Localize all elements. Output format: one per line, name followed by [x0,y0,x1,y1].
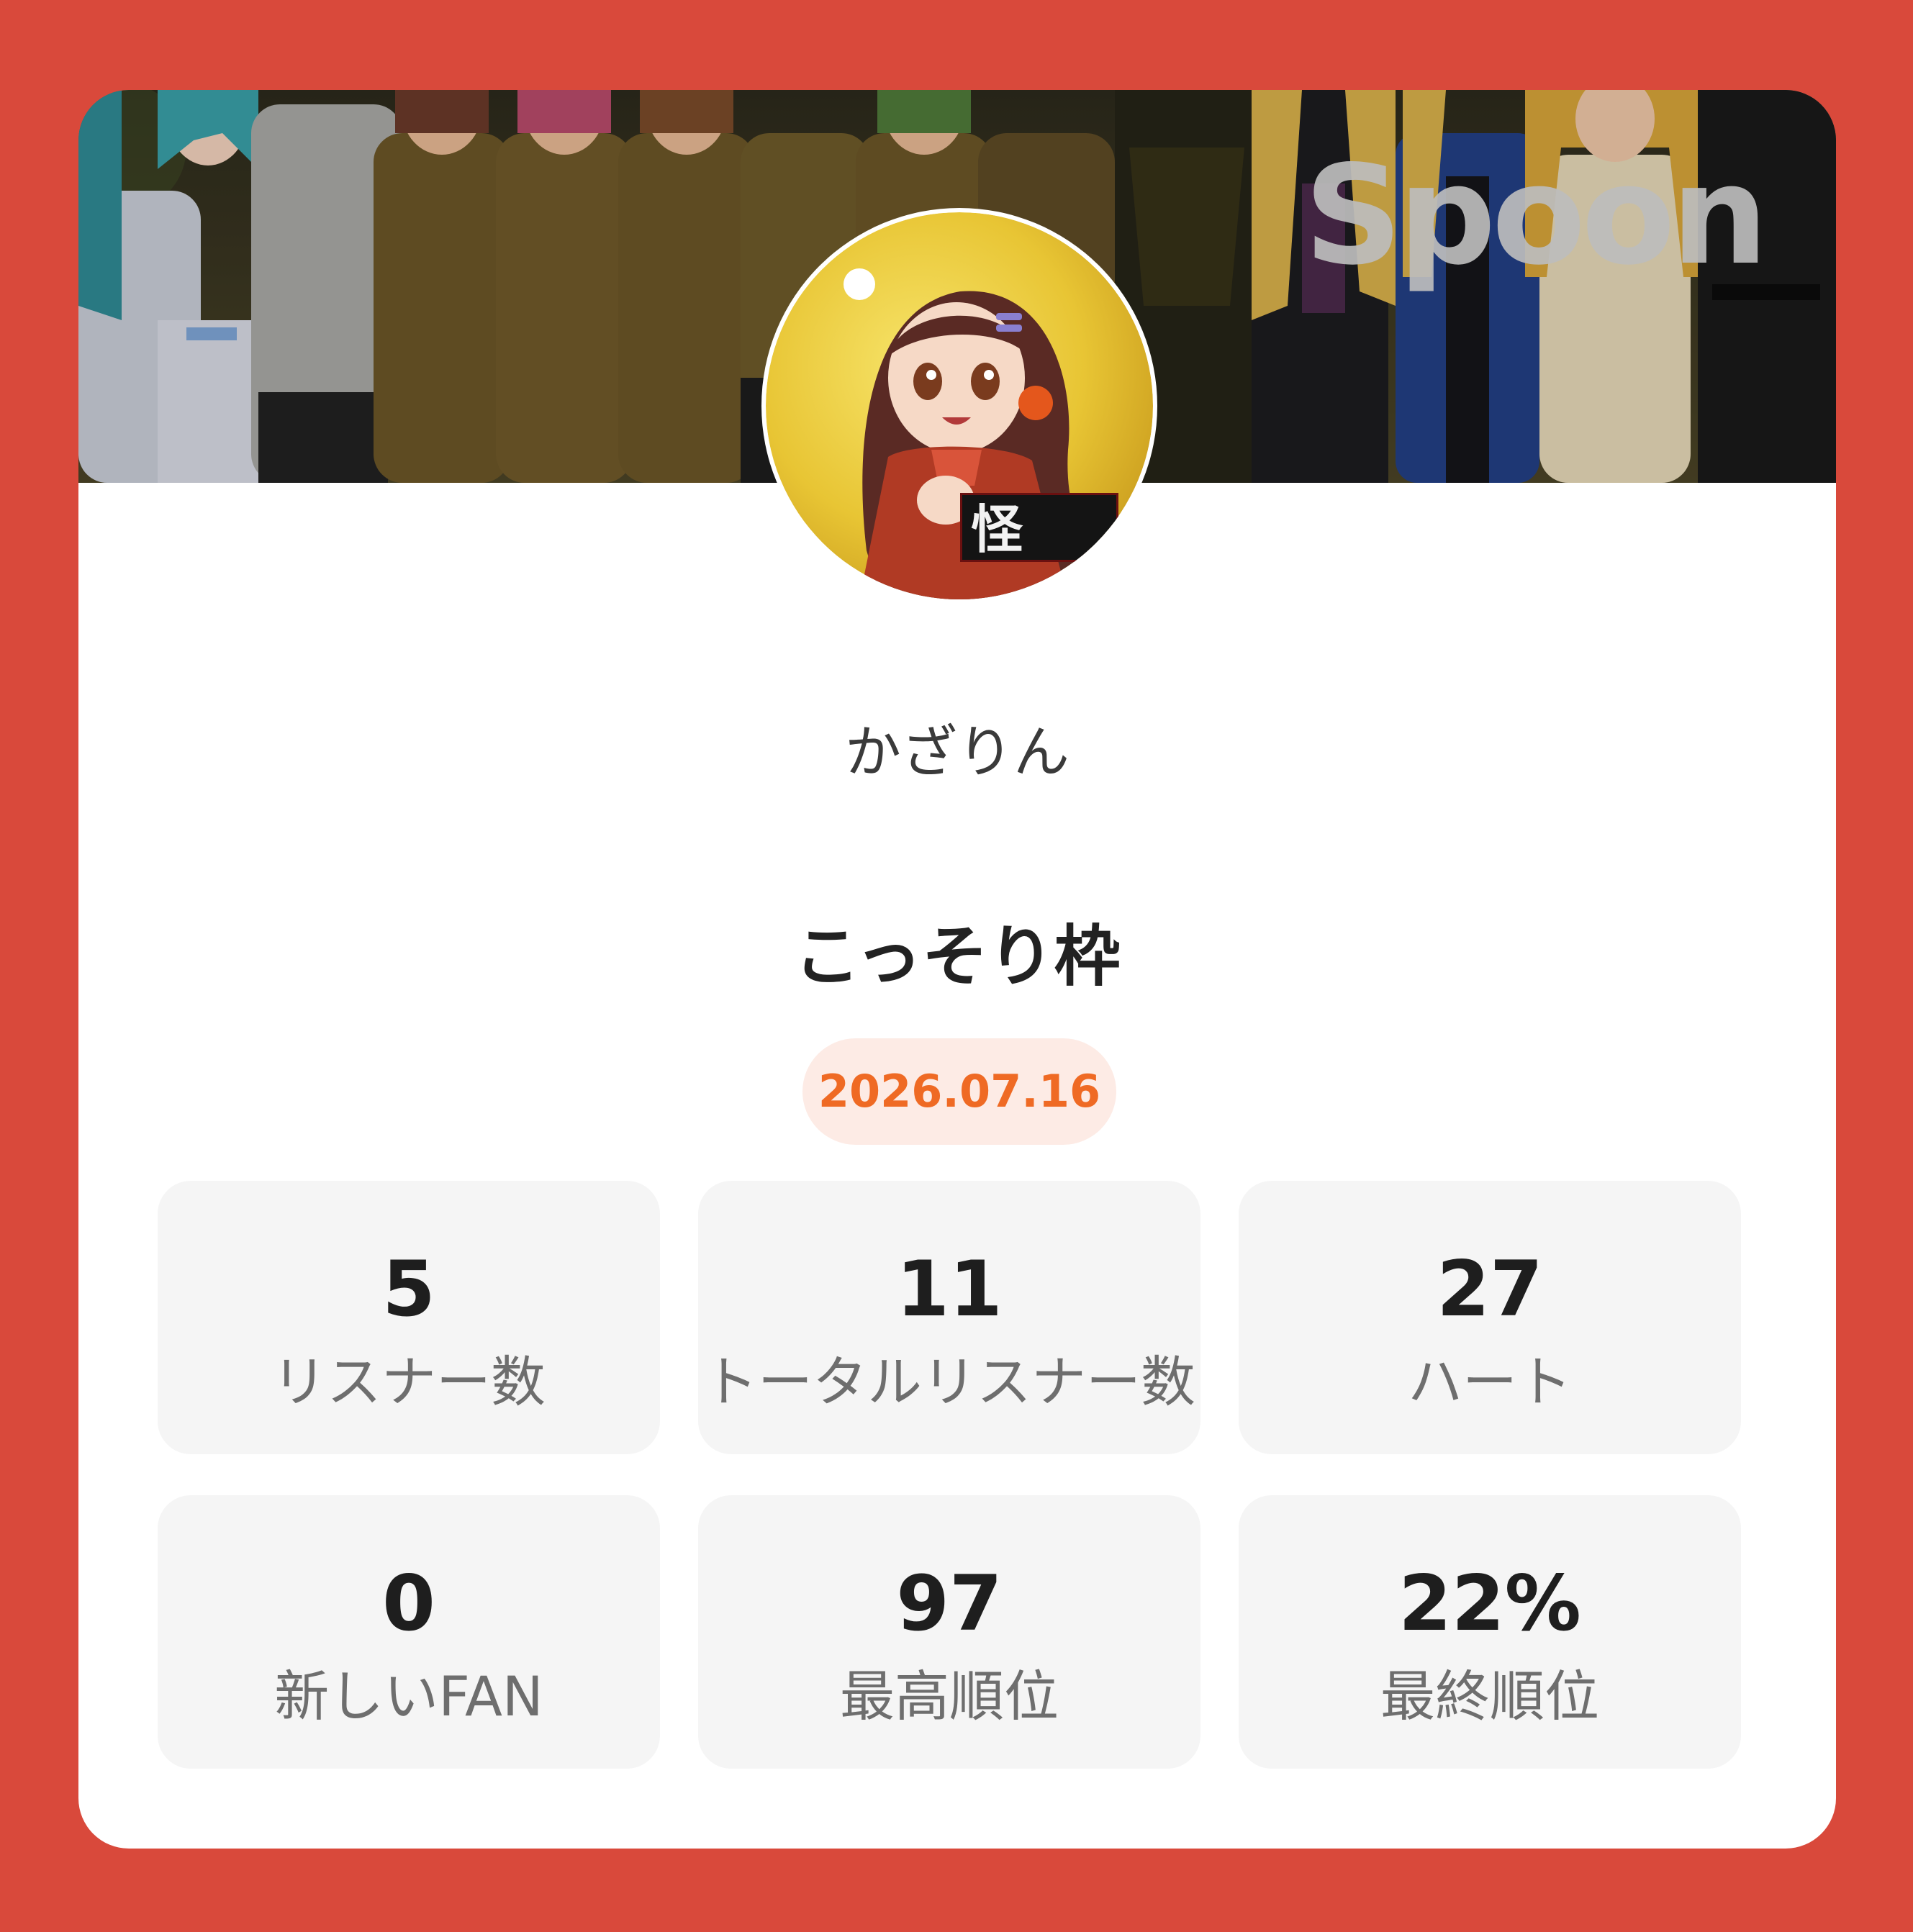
broadcast-summary-card: Spoon 怪 かざりん こっそり枠 2026.07.16 5 リスナー数 11… [78,90,1836,1849]
stat-label: 最終順位 [1380,1664,1599,1728]
stat-label: ハート [1408,1350,1572,1414]
stat-total-listeners: 11 トータルリスナー数 [698,1181,1200,1454]
username: かざりん [844,720,1069,785]
avatar-badge: 怪 [960,493,1118,562]
stat-value: 97 [896,1559,1003,1648]
stat-label: 新しいFAN [274,1664,543,1728]
spoon-logo: Spoon [1303,136,1768,295]
stat-value: 0 [382,1559,435,1648]
stat-value: 5 [382,1245,435,1333]
stat-value: 27 [1437,1245,1543,1333]
stat-listeners: 5 リスナー数 [158,1181,660,1454]
stat-hearts: 27 ハート [1239,1181,1741,1454]
stat-value: 11 [896,1245,1003,1333]
avatar[interactable]: 怪 [766,212,1153,599]
stat-value: 22% [1398,1559,1581,1648]
broadcast-date-badge: 2026.07.16 [802,1038,1116,1145]
stat-label: リスナー数 [272,1350,546,1414]
stat-label: 最高順位 [840,1664,1059,1728]
stat-new-fans: 0 新しいFAN [158,1495,660,1769]
stat-label: トータルリスナー数 [703,1350,1195,1414]
stat-highest-rank: 97 最高順位 [698,1495,1200,1769]
stat-final-rank: 22% 最終順位 [1239,1495,1741,1769]
broadcast-title: こっそり枠 [794,918,1121,995]
